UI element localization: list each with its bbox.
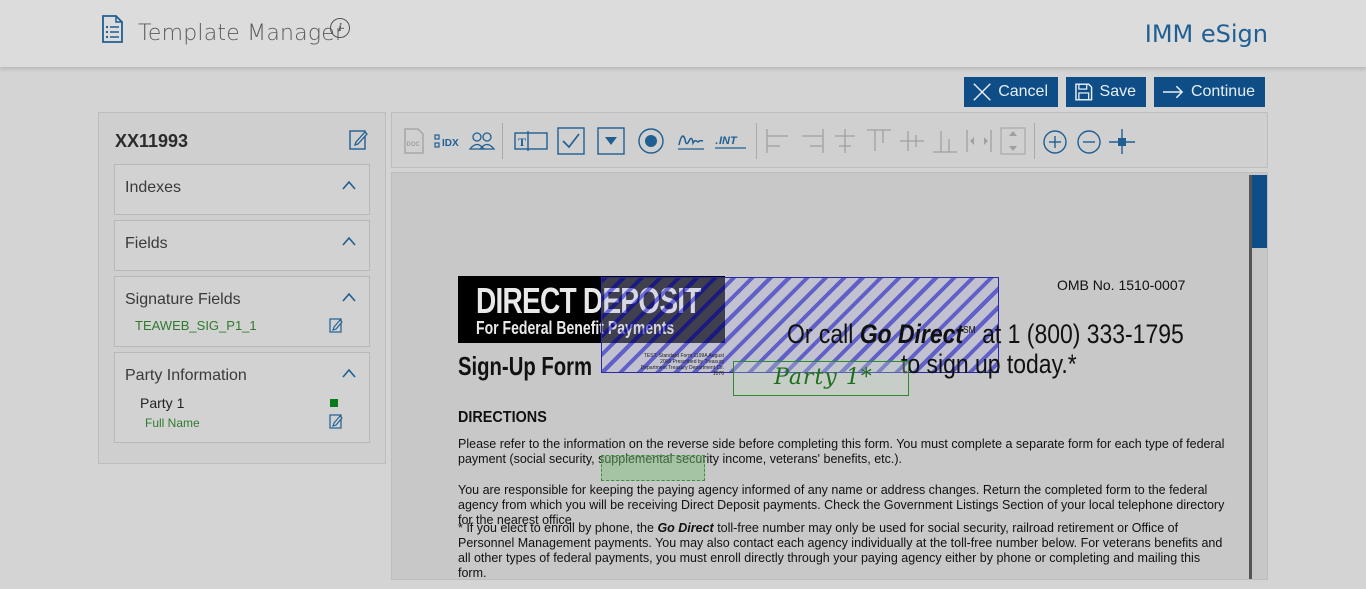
zoom-out-icon[interactable] <box>1076 127 1102 155</box>
signature-fields-section[interactable]: Signature Fields TEAWEB_SIG_P1_1 <box>114 276 370 347</box>
service-mark: SM <box>963 325 976 336</box>
call-line: Or call Go DirectSM at 1 (800) 333-1795 <box>787 319 1184 350</box>
signup-heading: Sign-Up Form <box>458 351 593 381</box>
directions-paragraph: * If you elect to enroll by phone, the G… <box>458 521 1228 579</box>
svg-text:.: . <box>715 135 718 147</box>
brand-logo-text: IMM eSign <box>1144 20 1268 48</box>
template-sidebar: XX11993 Indexes Fields Signature Fields … <box>98 112 386 464</box>
chevron-up-icon[interactable] <box>341 367 357 379</box>
textbox-icon[interactable]: T <box>514 127 548 155</box>
cancel-label: Cancel <box>998 83 1048 100</box>
align-left-icon[interactable] <box>764 127 794 155</box>
scrollbar-thumb[interactable] <box>1252 175 1267 248</box>
fields-title: Fields <box>125 235 168 252</box>
chevron-up-icon[interactable] <box>341 235 357 247</box>
parties-icon[interactable] <box>468 127 496 155</box>
svg-text:DOC: DOC <box>407 142 421 148</box>
chevron-up-icon[interactable] <box>341 179 357 191</box>
arrow-right-icon <box>1162 85 1184 99</box>
document-page[interactable]: DIRECT DEPOSIT For Federal Benefit Payme… <box>394 177 1249 579</box>
toolbar-divider <box>1034 123 1035 159</box>
space-horizontal-icon[interactable] <box>964 127 994 155</box>
signature-field-item[interactable]: TEAWEB_SIG_P1_1 <box>135 318 257 333</box>
sign-up-line: to sign up today.* <box>901 349 1077 379</box>
signature-icon[interactable] <box>676 127 706 155</box>
document-viewer[interactable]: DIRECT DEPOSIT For Federal Benefit Payme… <box>391 172 1268 580</box>
align-bottom-icon[interactable] <box>930 127 960 155</box>
field-toolbar: DOC IDX T . INT <box>391 112 1268 168</box>
checkbox-icon[interactable] <box>557 127 585 155</box>
p3-prefix: * If you elect to enroll by phone, the <box>458 521 654 535</box>
align-right-icon[interactable] <box>796 127 826 155</box>
signature-fields-title: Signature Fields <box>125 291 241 308</box>
party-color-swatch <box>330 399 338 407</box>
save-label: Save <box>1099 83 1136 100</box>
align-top-icon[interactable] <box>864 127 894 155</box>
party-information-section[interactable]: Party Information Party 1 Full Name <box>114 352 370 443</box>
directions-paragraph: Please refer to the information on the r… <box>458 437 1225 466</box>
fields-section[interactable]: Fields <box>114 220 370 271</box>
close-icon <box>973 83 991 101</box>
floppy-disk-icon <box>1075 83 1093 101</box>
call-prefix: Or call <box>787 319 854 349</box>
form-fine-print: TEST. Standard Form 1199A August 2006 Pr… <box>640 353 724 377</box>
dropdown-icon[interactable] <box>597 127 625 155</box>
list-icon <box>102 15 123 43</box>
toolbar-divider <box>756 123 757 159</box>
edit-icon[interactable] <box>329 317 343 333</box>
app-header: Template Manager i IMM eSign <box>0 0 1366 67</box>
go-direct-brand: Go Direct <box>859 319 964 349</box>
save-button[interactable]: Save <box>1066 77 1146 107</box>
chevron-up-icon[interactable] <box>341 291 357 303</box>
full-name-field[interactable] <box>601 455 705 481</box>
align-center-icon[interactable] <box>830 127 860 155</box>
party-information-title: Party Information <box>125 367 247 384</box>
p3-brand: Go Direct <box>657 521 714 535</box>
move-icon[interactable] <box>1108 127 1136 155</box>
party-field-item[interactable]: Full Name <box>145 416 200 430</box>
continue-button[interactable]: Continue <box>1154 77 1265 107</box>
svg-text:INT: INT <box>719 135 738 147</box>
svg-text:T: T <box>518 135 526 149</box>
party-tag: Party 1* <box>774 365 873 390</box>
svg-text:IDX: IDX <box>442 138 459 149</box>
indexes-title: Indexes <box>125 179 182 196</box>
page-title: Template Manager <box>138 21 345 46</box>
cancel-button[interactable]: Cancel <box>964 77 1058 107</box>
space-vertical-icon[interactable] <box>998 127 1028 155</box>
omb-number: OMB No. 1510-0007 <box>1057 277 1186 293</box>
radio-icon[interactable] <box>637 127 665 155</box>
party-name[interactable]: Party 1 <box>140 395 184 411</box>
initials-icon[interactable]: . INT <box>714 127 748 155</box>
edit-icon[interactable] <box>329 413 343 429</box>
edit-icon[interactable] <box>349 128 369 150</box>
index-icon[interactable]: IDX <box>434 127 462 155</box>
call-suffix: at 1 (800) 333-1795 <box>982 319 1184 349</box>
doc-icon[interactable]: DOC <box>404 127 424 155</box>
directions-heading: DIRECTIONS <box>458 409 547 426</box>
align-middle-icon[interactable] <box>897 127 927 155</box>
info-icon[interactable]: i <box>330 18 350 38</box>
document-id: XX11993 <box>115 131 189 151</box>
continue-label: Continue <box>1190 83 1255 100</box>
party-signature-field[interactable]: Party 1* <box>733 361 909 396</box>
toolbar-divider <box>502 123 503 159</box>
zoom-in-icon[interactable] <box>1042 127 1068 155</box>
indexes-section[interactable]: Indexes <box>114 164 370 215</box>
